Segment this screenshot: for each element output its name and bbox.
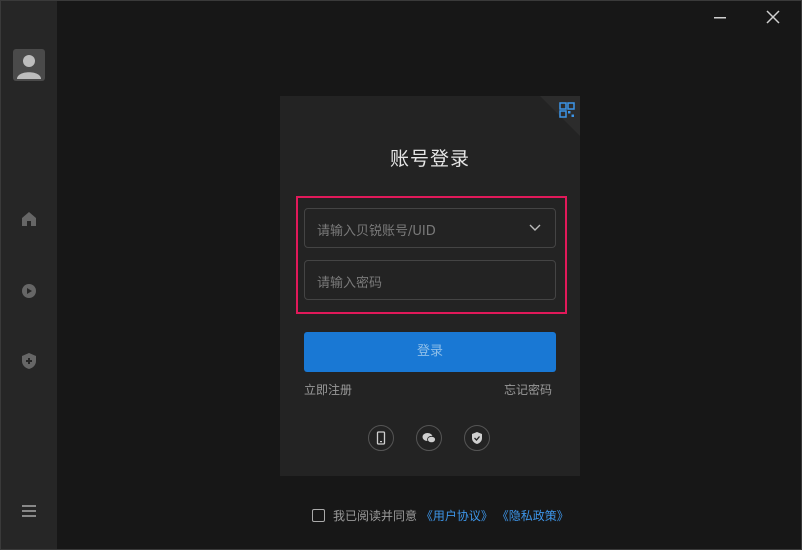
register-link[interactable]: 立即注册 — [304, 381, 352, 398]
agreement-row: 我已阅读并同意 《用户协议》 《隐私政策》 — [312, 507, 569, 524]
agreement-checkbox[interactable] — [312, 509, 325, 522]
privacy-policy-link[interactable]: 《隐私政策》 — [497, 509, 569, 523]
chevron-down-icon[interactable] — [529, 223, 541, 233]
account-input[interactable]: 请输入贝锐账号/UID — [304, 208, 556, 248]
account-input-placeholder: 请输入贝锐账号/UID — [317, 224, 436, 239]
hamburger-menu-icon[interactable] — [19, 501, 39, 521]
login-button[interactable]: 登录 — [304, 332, 556, 372]
sidebar — [1, 1, 57, 549]
minimize-icon[interactable] — [708, 7, 732, 29]
home-icon[interactable] — [19, 209, 39, 229]
close-icon[interactable] — [761, 7, 785, 29]
user-avatar-icon[interactable] — [13, 49, 45, 81]
user-agreement-link[interactable]: 《用户协议》 — [421, 509, 493, 523]
qr-code-icon[interactable] — [540, 96, 580, 136]
agreement-text: 我已阅读并同意 — [333, 509, 418, 523]
password-input-placeholder: 请输入密码 — [317, 276, 383, 291]
shield-plus-icon[interactable] — [19, 351, 39, 371]
app-window: 账号登录 请输入贝锐账号/UID 请输入密码 登录 立即注册 忘记密码 — [0, 0, 802, 550]
wechat-icon[interactable] — [416, 425, 442, 451]
phone-icon[interactable] — [368, 425, 394, 451]
forgot-password-link[interactable]: 忘记密码 — [504, 381, 552, 398]
password-input[interactable]: 请输入密码 — [304, 260, 556, 300]
login-title: 账号登录 — [389, 148, 470, 170]
shield-check-icon[interactable] — [464, 425, 490, 451]
circle-play-icon[interactable] — [19, 281, 39, 301]
